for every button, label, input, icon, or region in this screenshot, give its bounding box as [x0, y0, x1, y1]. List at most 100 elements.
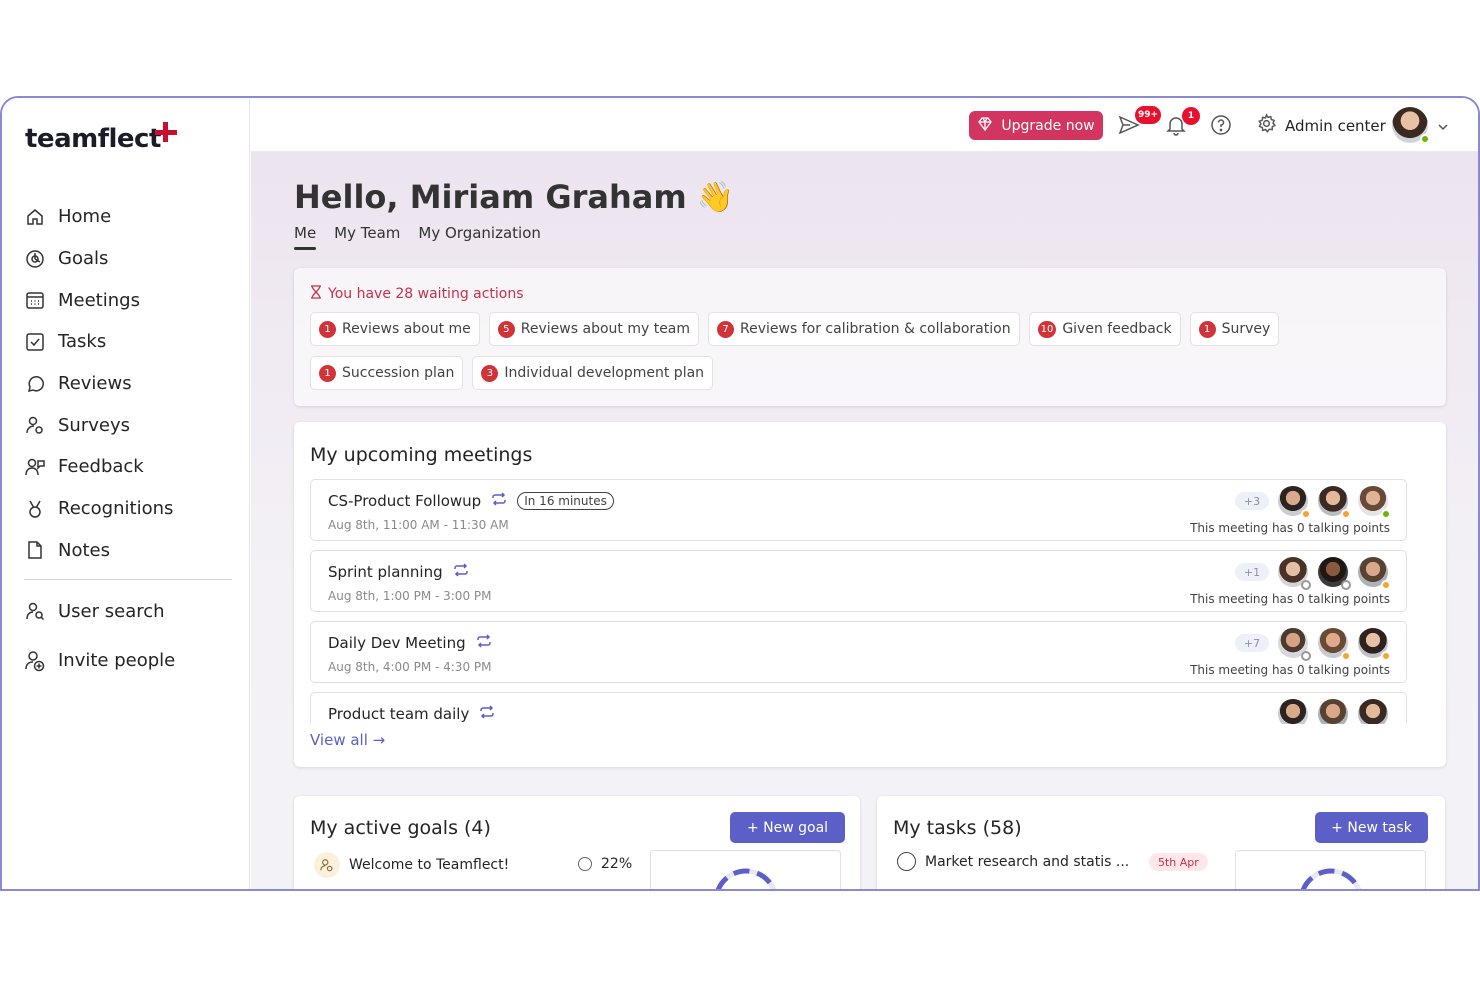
goal-owner-icon — [314, 852, 340, 878]
app-window: teamflect Home Goals Meetings Tasks Revi… — [0, 96, 1480, 891]
new-task-button[interactable]: + New task — [1315, 812, 1428, 843]
note-icon — [24, 539, 46, 561]
meeting-item[interactable]: Daily Dev Meeting Aug 8th, 4:00 PM - 4:3… — [310, 621, 1407, 683]
more-attendees-count[interactable]: +3 — [1235, 492, 1269, 510]
action-chip-survey[interactable]: 1 Survey — [1189, 312, 1280, 346]
section-title: My tasks (58) — [893, 817, 1022, 839]
user-search-icon — [24, 600, 46, 622]
teamflect-logo[interactable]: teamflect — [25, 124, 161, 154]
task-complete-checkbox[interactable] — [897, 852, 916, 871]
upgrade-label: Upgrade now — [1001, 117, 1095, 134]
talking-points-count: This meeting has 0 talking points — [1190, 521, 1390, 535]
presence-dot — [1341, 651, 1351, 661]
sidebar: teamflect Home Goals Meetings Tasks Revi… — [2, 98, 250, 889]
attendee-avatar[interactable] — [1318, 557, 1351, 590]
goal-progress-value: 22% — [601, 856, 633, 872]
admin-center-button[interactable]: Admin center — [1256, 113, 1386, 138]
bell-badge: 1 — [1182, 107, 1200, 125]
attendee-avatar[interactable] — [1318, 486, 1351, 519]
attendee-avatar[interactable] — [1278, 699, 1308, 724]
more-attendees-count[interactable]: +1 — [1235, 563, 1269, 581]
recurring-icon — [476, 634, 492, 652]
presence-dot — [1381, 651, 1391, 661]
presence-dot — [1341, 509, 1351, 519]
tasks-card: My tasks (58) + New task Market research… — [877, 796, 1445, 889]
goals-icon — [24, 248, 46, 270]
chat-bubble-icon — [24, 373, 46, 395]
sidebar-item-home[interactable]: Home — [24, 196, 234, 238]
meeting-time: Aug 8th, 1:00 PM - 3:00 PM — [328, 589, 492, 603]
sidebar-item-label: Feedback — [58, 456, 144, 478]
checkbox-icon — [24, 331, 46, 353]
send-badge: 99+ — [1135, 106, 1162, 124]
attendee-avatar[interactable] — [1278, 486, 1311, 519]
tab-me[interactable]: Me — [294, 224, 317, 250]
attendee-avatar[interactable] — [1358, 557, 1391, 590]
attendee-avatar[interactable] — [1358, 628, 1391, 661]
meeting-item[interactable]: Sprint planning Aug 8th, 1:00 PM - 3:00 … — [310, 550, 1407, 612]
tab-my-team[interactable]: My Team — [334, 224, 400, 248]
tasks-chart-card — [1235, 850, 1426, 889]
action-count: 1 — [1198, 320, 1216, 338]
action-label: Reviews about me — [342, 321, 471, 337]
attendee-avatar[interactable] — [1278, 628, 1311, 661]
sidebar-item-surveys[interactable]: Surveys — [24, 404, 234, 446]
sidebar-item-feedback[interactable]: Feedback — [24, 446, 234, 488]
sidebar-item-notes[interactable]: Notes — [24, 530, 234, 572]
sidebar-item-recognitions[interactable]: Recognitions — [24, 488, 234, 530]
goals-donut-chart — [713, 868, 779, 889]
more-attendees-count[interactable]: +7 — [1235, 634, 1269, 652]
survey-icon — [24, 414, 46, 436]
attendee-avatar[interactable] — [1358, 699, 1388, 724]
talking-points-count: This meeting has 0 talking points — [1190, 592, 1390, 606]
action-chip-idp[interactable]: 3 Individual development plan — [472, 356, 714, 390]
tab-my-organization[interactable]: My Organization — [418, 224, 540, 248]
goal-title[interactable]: Welcome to Teamflect! — [349, 857, 509, 873]
sidebar-item-invite-people[interactable]: Invite people — [24, 640, 234, 682]
action-count: 10 — [1037, 320, 1057, 338]
user-avatar[interactable] — [1392, 107, 1430, 144]
sidebar-item-label: Reviews — [58, 373, 132, 395]
active-goals-card: My active goals (4) + New goal Welcome t… — [294, 796, 860, 889]
chevron-down-icon[interactable] — [1437, 118, 1449, 137]
waving-hand-icon: 👋 — [696, 179, 735, 215]
greeting-text: Hello, Miriam Graham — [294, 178, 687, 216]
action-chip-reviews-about-me[interactable]: 1 Reviews about me — [310, 312, 480, 346]
attendee-avatar[interactable] — [1278, 557, 1311, 590]
talking-points-count: This meeting has 0 talking points — [1190, 663, 1390, 677]
meeting-item[interactable]: Product team daily — [310, 692, 1407, 724]
sidebar-item-user-search[interactable]: User search — [24, 590, 234, 632]
meeting-item[interactable]: CS-Product Followup In 16 minutes Aug 8t… — [310, 479, 1407, 541]
attendee-avatar[interactable] — [1318, 699, 1348, 724]
action-chip-given-feedback[interactable]: 10 Given feedback — [1028, 312, 1181, 346]
sidebar-item-goals[interactable]: Goals — [24, 238, 234, 280]
action-count: 5 — [497, 320, 515, 338]
waiting-actions-panel: You have 28 waiting actions 1 Reviews abo… — [294, 268, 1446, 406]
goals-chart-card — [650, 850, 841, 889]
bell-icon[interactable]: 1 — [1165, 107, 1200, 136]
sidebar-item-reviews[interactable]: Reviews — [24, 363, 234, 405]
presence-dot — [1301, 580, 1311, 590]
sidebar-item-tasks[interactable]: Tasks — [24, 321, 234, 363]
sidebar-item-meetings[interactable]: Meetings — [24, 279, 234, 321]
action-label: Reviews about my team — [520, 321, 691, 337]
page-title: Hello, Miriam Graham 👋 — [294, 178, 734, 216]
attendee-avatar[interactable] — [1358, 486, 1391, 519]
sidebar-nav: Home Goals Meetings Tasks Reviews Survey… — [24, 196, 234, 682]
meeting-title-row: CS-Product Followup In 16 minutes — [328, 492, 614, 510]
action-chip-succession-plan[interactable]: 1 Succession plan — [310, 356, 464, 390]
upgrade-button[interactable]: Upgrade now — [969, 111, 1103, 140]
send-icon[interactable]: 99+ — [1118, 106, 1162, 136]
action-chip-calibration[interactable]: 7 Reviews for calibration & collaboration — [708, 312, 1020, 346]
help-icon[interactable] — [1210, 114, 1232, 136]
new-goal-button[interactable]: + New goal — [730, 812, 845, 843]
presence-dot — [1381, 580, 1391, 590]
upcoming-meetings-card: My upcoming meetings CS-Product Followup… — [294, 422, 1446, 767]
view-all-meetings-link[interactable]: View all → — [310, 731, 385, 749]
section-title: My upcoming meetings — [310, 444, 533, 466]
attendee-avatar[interactable] — [1318, 628, 1351, 661]
meeting-title: Product team daily — [328, 705, 470, 723]
task-title[interactable]: Market research and statis ... — [925, 854, 1129, 870]
sidebar-item-label: Goals — [58, 248, 109, 270]
action-chip-reviews-about-my-team[interactable]: 5 Reviews about my team — [488, 312, 700, 346]
